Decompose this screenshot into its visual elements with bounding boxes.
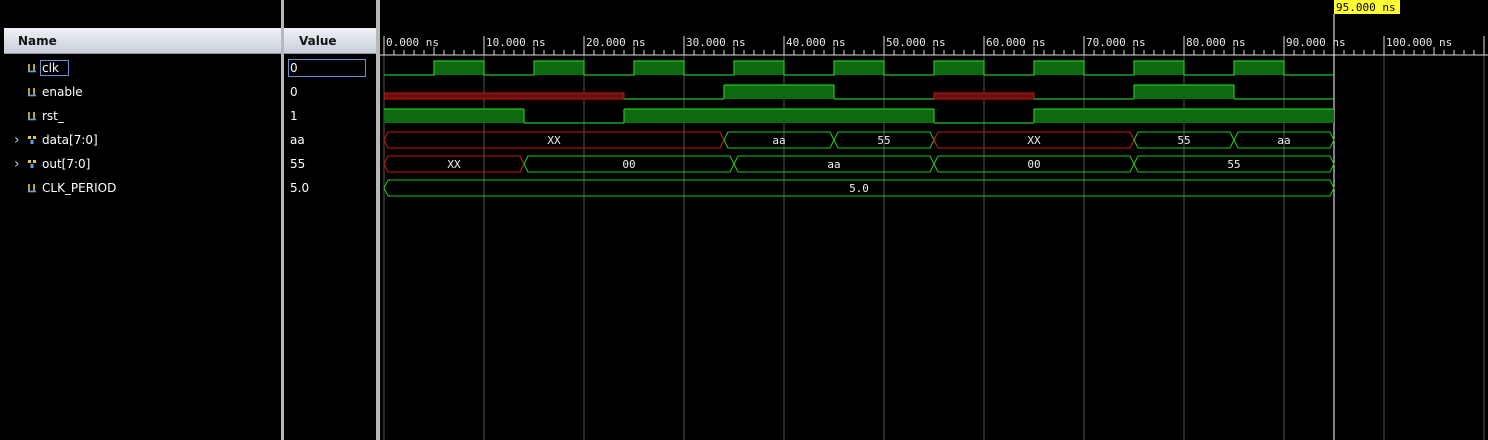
time-label: 80.000 ns <box>1186 36 1246 49</box>
clk-high-fill <box>1234 61 1284 75</box>
signal-row[interactable]: › data[7:0] <box>0 128 281 152</box>
expand-chevron-icon[interactable]: › <box>14 152 20 176</box>
bit-signal-icon <box>28 184 36 193</box>
clk-high-fill <box>1134 61 1184 75</box>
signal-value: 5.0 <box>290 181 310 195</box>
bus-signal-icon <box>28 160 36 168</box>
signal-row[interactable]: clk <box>0 56 281 80</box>
clk-high-fill <box>434 61 484 75</box>
bus-signal-icon <box>28 136 36 144</box>
value-row[interactable]: aa <box>284 128 376 152</box>
time-label: 60.000 ns <box>986 36 1046 49</box>
rst-high-fill <box>384 109 524 123</box>
time-label: 40.000 ns <box>786 36 846 49</box>
signal-value: 0 <box>290 85 298 99</box>
signal-name: CLK_PERIOD <box>42 181 117 195</box>
value-row[interactable]: 5.0 <box>284 176 376 200</box>
value-selection-box <box>288 59 366 77</box>
signal-value: 0 <box>290 61 298 75</box>
value-row[interactable]: 0 <box>284 56 376 80</box>
enable-x-segment <box>933 92 1035 100</box>
value-row[interactable]: 55 <box>284 152 376 176</box>
cursor-time-label: 95.000 ns <box>1336 1 1396 14</box>
signal-name: out[7:0] <box>42 157 91 171</box>
data-bus-value: aa <box>1277 134 1290 147</box>
time-label: 10.000 ns <box>486 36 546 49</box>
value-row[interactable]: 1 <box>284 104 376 128</box>
signal-row[interactable]: enable <box>0 80 281 104</box>
out-bus-value: 00 <box>1027 158 1040 171</box>
time-label: 30.000 ns <box>686 36 746 49</box>
signal-row[interactable]: › out[7:0] <box>0 152 281 176</box>
rst-high-fill <box>624 109 934 123</box>
data-bus-value: XX <box>547 134 561 147</box>
name-column-header[interactable]: Name <box>4 28 281 54</box>
expand-chevron-icon[interactable]: › <box>14 128 20 152</box>
clk-high-fill <box>1034 61 1084 75</box>
time-label: 20.000 ns <box>586 36 646 49</box>
value-column-header[interactable]: Value <box>284 28 376 54</box>
signal-row[interactable]: CLK_PERIOD <box>0 176 281 200</box>
clk-high-fill <box>834 61 884 75</box>
bit-signal-icon <box>28 112 36 121</box>
clk-high-fill <box>934 61 984 75</box>
bit-signal-icon <box>28 88 36 97</box>
signal-name: data[7:0] <box>42 133 98 147</box>
signal-row[interactable]: rst_ <box>0 104 281 128</box>
signal-value: aa <box>290 133 305 147</box>
data-bus-value: 55 <box>877 134 890 147</box>
bit-signal-icon <box>28 64 36 73</box>
signal-value: 1 <box>290 109 298 123</box>
out-bus-value: 55 <box>1227 158 1240 171</box>
clk-period-bus-value: 5.0 <box>849 182 869 195</box>
value-row[interactable]: 0 <box>284 80 376 104</box>
out-bus-value: aa <box>827 158 840 171</box>
enable-high-fill <box>724 85 834 99</box>
name-pane: Name clk enable rst_ › data[7:0] › out[7:0] CLK… <box>0 0 281 440</box>
waveform-canvas[interactable]: 0.000 ns 10.000 ns 20.000 ns 30.000 ns 40.00… <box>380 0 1488 440</box>
data-bus-value: aa <box>772 134 785 147</box>
clk-high-fill <box>534 61 584 75</box>
value-pane: Value 0 0 1 aa 55 5.0 <box>284 0 376 440</box>
enable-high-fill <box>1134 85 1234 99</box>
signal-name: clk <box>42 61 59 75</box>
out-bus-value: 00 <box>622 158 635 171</box>
signal-name: enable <box>42 85 83 99</box>
time-label: 50.000 ns <box>886 36 946 49</box>
data-bus-value: XX <box>1027 134 1041 147</box>
time-label: 100.000 ns <box>1386 36 1452 49</box>
clk-high-fill <box>734 61 784 75</box>
signal-value: 55 <box>290 157 306 171</box>
signal-name: rst_ <box>42 109 64 123</box>
rst-high-fill <box>1034 109 1334 123</box>
data-bus-value: 55 <box>1177 134 1190 147</box>
out-bus-value: XX <box>447 158 461 171</box>
enable-x-segment <box>383 92 625 100</box>
time-label: 90.000 ns <box>1286 36 1346 49</box>
clk-high-fill <box>634 61 684 75</box>
time-label: 0.000 ns <box>386 36 439 49</box>
time-label: 70.000 ns <box>1086 36 1146 49</box>
